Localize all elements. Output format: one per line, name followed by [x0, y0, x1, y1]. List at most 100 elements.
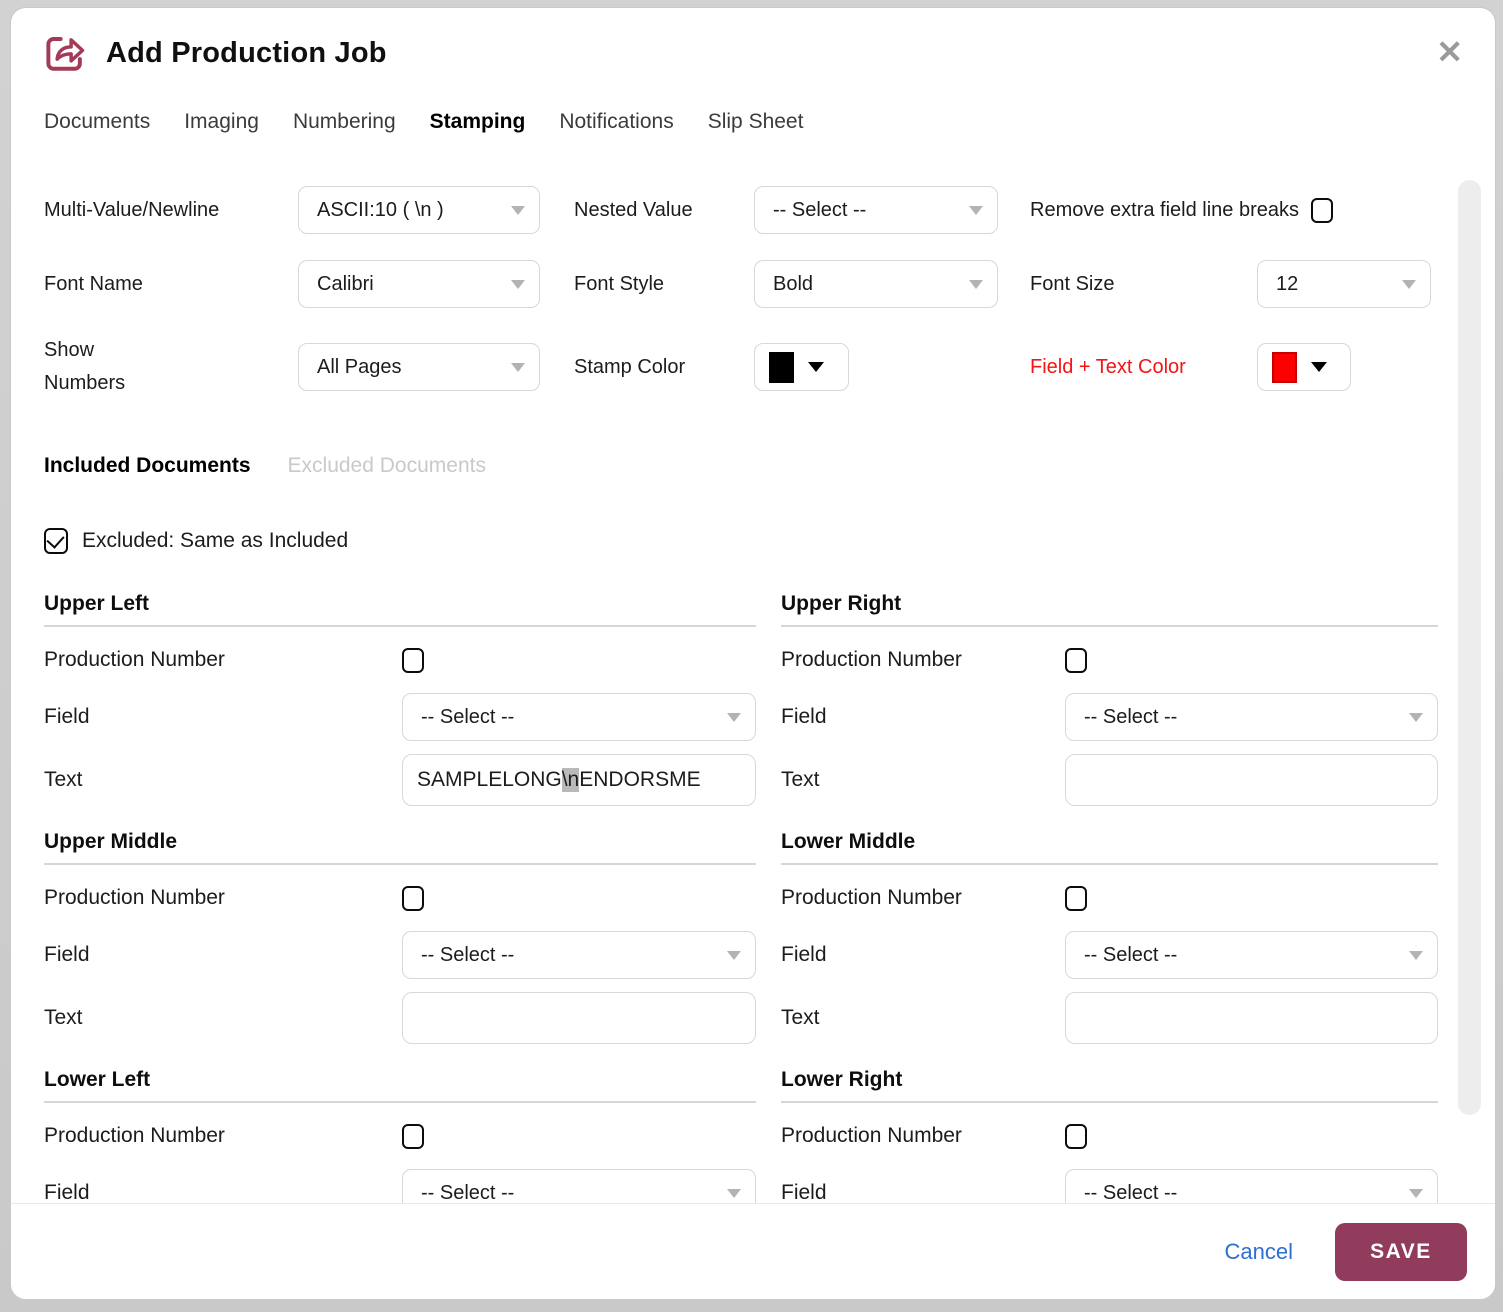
excluded-same-row: Excluded: Same as Included — [44, 528, 1449, 554]
production-number-label: Production Number — [781, 1124, 962, 1147]
tab-slip-sheet[interactable]: Slip Sheet — [708, 110, 804, 134]
chevron-down-icon — [1311, 362, 1327, 372]
add-production-job-modal: Add Production Job ✕ Documents Imaging N… — [10, 7, 1496, 1300]
backdrop: Add Production Job ✕ Documents Imaging N… — [0, 0, 1503, 1312]
chevron-down-icon — [969, 280, 983, 289]
cancel-button[interactable]: Cancel — [1225, 1239, 1293, 1265]
section-upper-right: Upper Right Production Number Field -- Se… — [781, 592, 1438, 806]
text-input[interactable] — [1065, 992, 1438, 1044]
text-input[interactable] — [402, 992, 756, 1044]
section-upper-left: Upper Left Production Number Field -- Sel… — [44, 592, 756, 806]
production-number-checkbox[interactable] — [402, 885, 424, 911]
font-name-label: Font Name — [44, 272, 143, 295]
text-label: Text — [781, 1006, 820, 1029]
field-text-color-swatch — [1272, 351, 1297, 383]
chevron-down-icon — [969, 206, 983, 215]
field-label: Field — [781, 705, 827, 728]
chevron-down-icon — [1409, 713, 1423, 722]
tab-documents[interactable]: Documents — [44, 110, 150, 134]
nested-value-select[interactable]: -- Select -- — [754, 186, 998, 234]
production-number-label: Production Number — [781, 886, 962, 909]
remove-breaks-checkbox[interactable] — [1311, 197, 1334, 223]
section-title: Upper Left — [44, 592, 756, 627]
field-select[interactable]: -- Select -- — [1065, 931, 1438, 979]
show-numbers-label: Show Numbers — [44, 339, 126, 394]
font-name-select[interactable]: Calibri — [298, 260, 540, 308]
field-select[interactable]: -- Select -- — [402, 931, 756, 979]
font-size-label: Font Size — [1030, 272, 1115, 295]
tab-stamping[interactable]: Stamping — [430, 110, 526, 134]
page-title: Add Production Job — [106, 36, 387, 69]
section-title: Lower Right — [781, 1068, 1438, 1103]
text-label: Text — [781, 768, 820, 791]
production-number-checkbox[interactable] — [402, 1123, 424, 1149]
chevron-down-icon — [727, 1189, 741, 1198]
save-button[interactable]: SAVE — [1335, 1222, 1467, 1281]
remove-breaks-label: Remove extra field line breaks — [1030, 198, 1300, 221]
field-label: Field — [44, 943, 90, 966]
field-label: Field — [781, 943, 827, 966]
chevron-down-icon — [727, 951, 741, 960]
tab-numbering[interactable]: Numbering — [293, 110, 396, 134]
excluded-same-label: Excluded: Same as Included — [82, 529, 349, 552]
font-style-select[interactable]: Bold — [754, 260, 998, 308]
excluded-same-checkbox[interactable] — [44, 528, 68, 554]
chevron-down-icon — [511, 206, 525, 215]
production-number-label: Production Number — [44, 886, 225, 909]
field-label: Field — [44, 705, 90, 728]
remove-breaks-row: Remove extra field line breaks — [1030, 197, 1449, 223]
text-label: Text — [44, 1006, 83, 1029]
text-input[interactable]: SAMPLELONG \n ENDORSME — [402, 754, 756, 806]
section-lower-middle: Lower Middle Production Number Field -- S… — [781, 830, 1438, 1044]
vertical-scrollbar[interactable] — [1458, 180, 1481, 1115]
stamp-color-picker[interactable] — [754, 343, 849, 391]
tab-notifications[interactable]: Notifications — [559, 110, 673, 134]
tab-imaging[interactable]: Imaging — [184, 110, 259, 134]
font-size-row: Font Size 12 — [1030, 260, 1449, 308]
section-title: Lower Left — [44, 1068, 756, 1103]
section-title: Upper Middle — [44, 830, 756, 865]
modal-header: Add Production Job — [44, 32, 1449, 74]
text-label: Text — [44, 768, 83, 791]
production-number-label: Production Number — [44, 648, 225, 671]
field-text-color-picker[interactable] — [1257, 343, 1351, 391]
section-upper-middle: Upper Middle Production Number Field -- S… — [44, 830, 756, 1044]
multi-value-newline-label: Multi-Value/Newline — [44, 198, 220, 221]
production-number-checkbox[interactable] — [402, 647, 424, 673]
section-lower-right: Lower Right Production Number Field -- Se… — [781, 1068, 1438, 1217]
production-number-checkbox[interactable] — [1065, 647, 1087, 673]
document-sub-tabs: Included Documents Excluded Documents — [44, 454, 1449, 478]
tab-bar: Documents Imaging Numbering Stamping Not… — [44, 110, 1449, 134]
section-lower-left: Lower Left Production Number Field -- Sel… — [44, 1068, 756, 1217]
chevron-down-icon — [727, 713, 741, 722]
stamp-color-label: Stamp Color — [574, 355, 686, 378]
field-text-color-row: Field + Text Color — [1030, 343, 1449, 391]
chevron-down-icon — [511, 280, 525, 289]
tab-excluded-documents[interactable]: Excluded Documents — [288, 454, 486, 478]
font-size-select[interactable]: 12 — [1257, 260, 1431, 308]
section-title: Upper Right — [781, 592, 1438, 627]
field-select[interactable]: -- Select -- — [1065, 693, 1438, 741]
stamp-color-swatch — [769, 351, 794, 383]
tab-included-documents[interactable]: Included Documents — [44, 454, 251, 478]
production-number-checkbox[interactable] — [1065, 1123, 1087, 1149]
stamp-positions-grid: Upper Left Production Number Field -- Sel… — [44, 592, 1449, 1241]
text-input[interactable] — [1065, 754, 1438, 806]
chevron-down-icon — [808, 362, 824, 372]
chevron-down-icon — [1402, 280, 1416, 289]
production-number-label: Production Number — [781, 648, 962, 671]
chevron-down-icon — [1409, 1189, 1423, 1198]
field-select[interactable]: -- Select -- — [402, 693, 756, 741]
share-export-icon — [46, 37, 85, 71]
field-text-color-label: Field + Text Color — [1030, 355, 1186, 378]
section-title: Lower Middle — [781, 830, 1438, 865]
production-number-checkbox[interactable] — [1065, 885, 1087, 911]
multi-value-newline-select[interactable]: ASCII:10 ( \n ) — [298, 186, 540, 234]
nested-value-label: Nested Value — [574, 198, 693, 221]
stamping-settings: Multi-Value/Newline ASCII:10 ( \n ) Nest… — [44, 186, 1449, 400]
show-numbers-select[interactable]: All Pages — [298, 343, 540, 391]
close-icon[interactable]: ✕ — [1436, 36, 1463, 68]
newline-token: \n — [561, 768, 580, 792]
chevron-down-icon — [511, 363, 525, 372]
font-style-label: Font Style — [574, 272, 665, 295]
